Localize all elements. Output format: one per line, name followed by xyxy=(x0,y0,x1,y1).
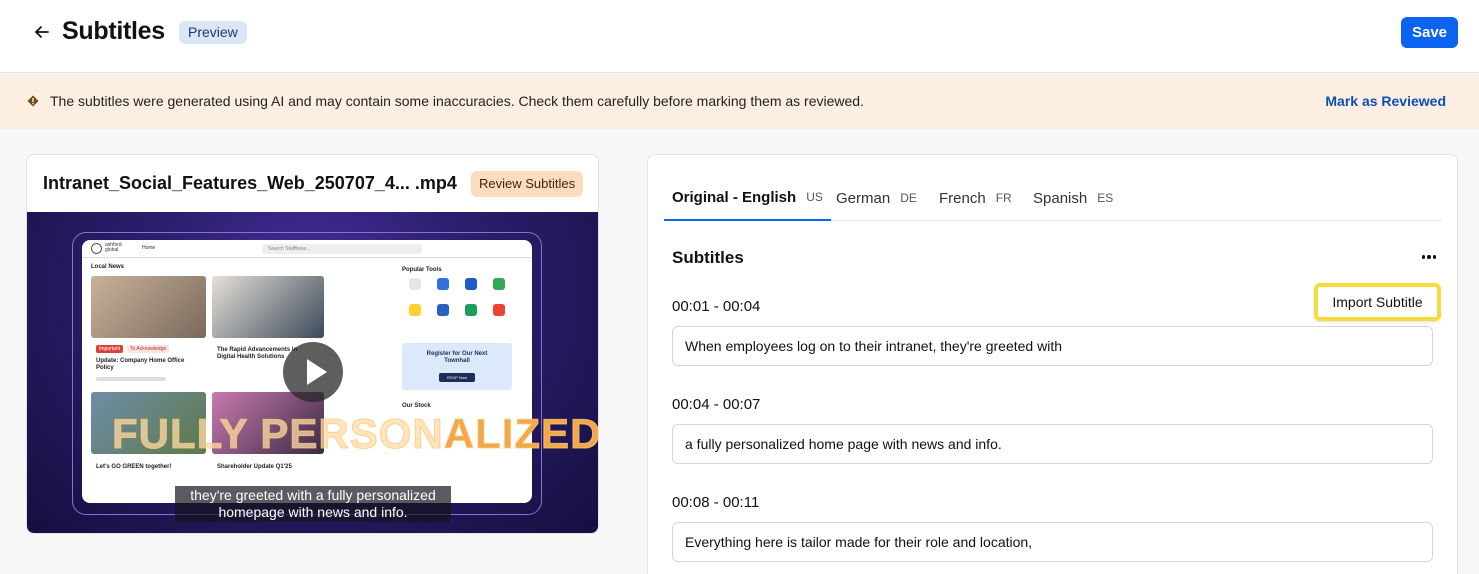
video-file-name: Intranet_Social_Features_Web_250707_4...… xyxy=(43,173,457,193)
review-subtitles-badge[interactable]: Review Subtitles xyxy=(471,171,584,197)
subtitle-entry: 00:08 - 00:11 xyxy=(672,493,1433,562)
mock-logo-text: ashford global xyxy=(105,242,122,253)
tab-spanish[interactable]: Spanish ES xyxy=(1033,175,1113,221)
warning-diamond-icon xyxy=(27,95,39,107)
mock-text-line xyxy=(96,377,166,381)
tab-french[interactable]: French FR xyxy=(939,175,1012,221)
video-player[interactable]: ashford global Home Search Staffbase... … xyxy=(27,212,599,533)
mark-as-reviewed-link[interactable]: Mark as Reviewed xyxy=(1325,93,1446,109)
mock-tool-trello xyxy=(465,278,477,290)
mock-register-title: Register for Our Next Townhall xyxy=(426,351,488,364)
tab-code: FR xyxy=(995,191,1012,205)
tab-code: ES xyxy=(1097,191,1114,205)
overlay-text-faded: FULLY PERSON xyxy=(112,410,444,458)
subtitle-text-input[interactable] xyxy=(672,522,1433,562)
mock-logo-icon xyxy=(91,243,102,254)
mock-news-3-title: Let's GO GREEN together! xyxy=(96,464,172,470)
mock-search: Search Staffbase... xyxy=(262,244,422,254)
mock-news-image-2 xyxy=(212,276,324,338)
subtitle-text-input[interactable] xyxy=(672,326,1433,366)
subtitle-entry: 00:04 - 00:07 xyxy=(672,395,1433,464)
video-caption: they're greeted with a fully personalize… xyxy=(175,486,451,522)
mock-rsvp-label: RSVP Now xyxy=(447,375,467,380)
ai-warning-banner: The subtitles were generated using AI an… xyxy=(0,74,1479,129)
mock-our-stock: Our Stock xyxy=(402,403,431,409)
tab-german[interactable]: German DE xyxy=(836,175,917,221)
mock-tag-acknowledge: To Acknowledge xyxy=(127,345,170,353)
subtitles-heading: Subtitles xyxy=(672,248,744,267)
tab-label: Original - English xyxy=(672,188,797,206)
mock-popular-tools: Popular Tools xyxy=(402,267,442,273)
mock-tool-miro xyxy=(409,304,421,316)
subtitle-entry: 00:01 - 00:04 xyxy=(672,297,1433,366)
caption-line-2: homepage with news and info. xyxy=(218,504,408,520)
mock-tool-jira xyxy=(437,278,449,290)
subtitles-panel: Original - English US German DE French F… xyxy=(647,154,1458,574)
mock-tool-slack xyxy=(409,278,421,290)
tab-original-english[interactable]: Original - English US xyxy=(664,175,831,221)
subtitle-time: 00:08 - 00:11 xyxy=(672,494,760,511)
mock-local-news: Local News xyxy=(91,264,125,270)
top-bar: Subtitles Preview Save xyxy=(0,0,1479,73)
video-card: Intranet_Social_Features_Web_250707_4...… xyxy=(26,154,599,534)
mock-tool-sheets xyxy=(465,304,477,316)
mock-news-4-title: Shareholder Update Q1'25 xyxy=(217,464,292,470)
arrow-left-icon xyxy=(35,26,49,38)
subtitle-time: 00:01 - 00:04 xyxy=(672,298,761,315)
mock-tool-grid xyxy=(405,278,515,326)
back-button[interactable] xyxy=(30,20,54,44)
mock-nav-home: Home xyxy=(142,245,156,251)
video-overlay-text: FULLY PERSONALIZED xyxy=(112,410,599,458)
more-horizontal-icon[interactable] xyxy=(1418,248,1440,266)
page-title: Subtitles xyxy=(62,17,165,45)
tab-label: Spanish xyxy=(1033,189,1088,207)
subtitle-time: 00:04 - 00:07 xyxy=(672,396,761,413)
save-button[interactable]: Save xyxy=(1401,17,1458,48)
tab-code: US xyxy=(806,190,823,204)
preview-badge: Preview xyxy=(179,21,247,44)
tab-label: French xyxy=(939,189,986,207)
banner-message: The subtitles were generated using AI an… xyxy=(50,93,864,109)
tab-label: German xyxy=(836,189,891,207)
mock-news-image-1 xyxy=(91,276,206,338)
mock-register-card: Register for Our Next Townhall RSVP Now xyxy=(402,343,512,390)
overlay-text-solid: ALIZED xyxy=(443,410,599,458)
mock-tool-drive xyxy=(493,278,505,290)
mock-news-1-title: Update: Company Home Office Policy xyxy=(96,358,185,371)
mock-topbar: ashford global Home Search Staffbase... xyxy=(82,240,532,258)
tab-code: DE xyxy=(900,191,917,205)
subtitle-text-input[interactable] xyxy=(672,424,1433,464)
mock-search-placeholder: Search Staffbase... xyxy=(268,246,311,252)
language-tabs: Original - English US German DE French F… xyxy=(664,175,1442,221)
mock-tool-mail xyxy=(493,304,505,316)
mock-tool-workday xyxy=(437,304,449,316)
play-icon[interactable] xyxy=(283,342,343,402)
mock-rsvp-button: RSVP Now xyxy=(439,373,475,382)
mock-tag-important: Important xyxy=(96,345,124,353)
caption-line-1: they're greeted with a fully personalize… xyxy=(190,487,436,503)
